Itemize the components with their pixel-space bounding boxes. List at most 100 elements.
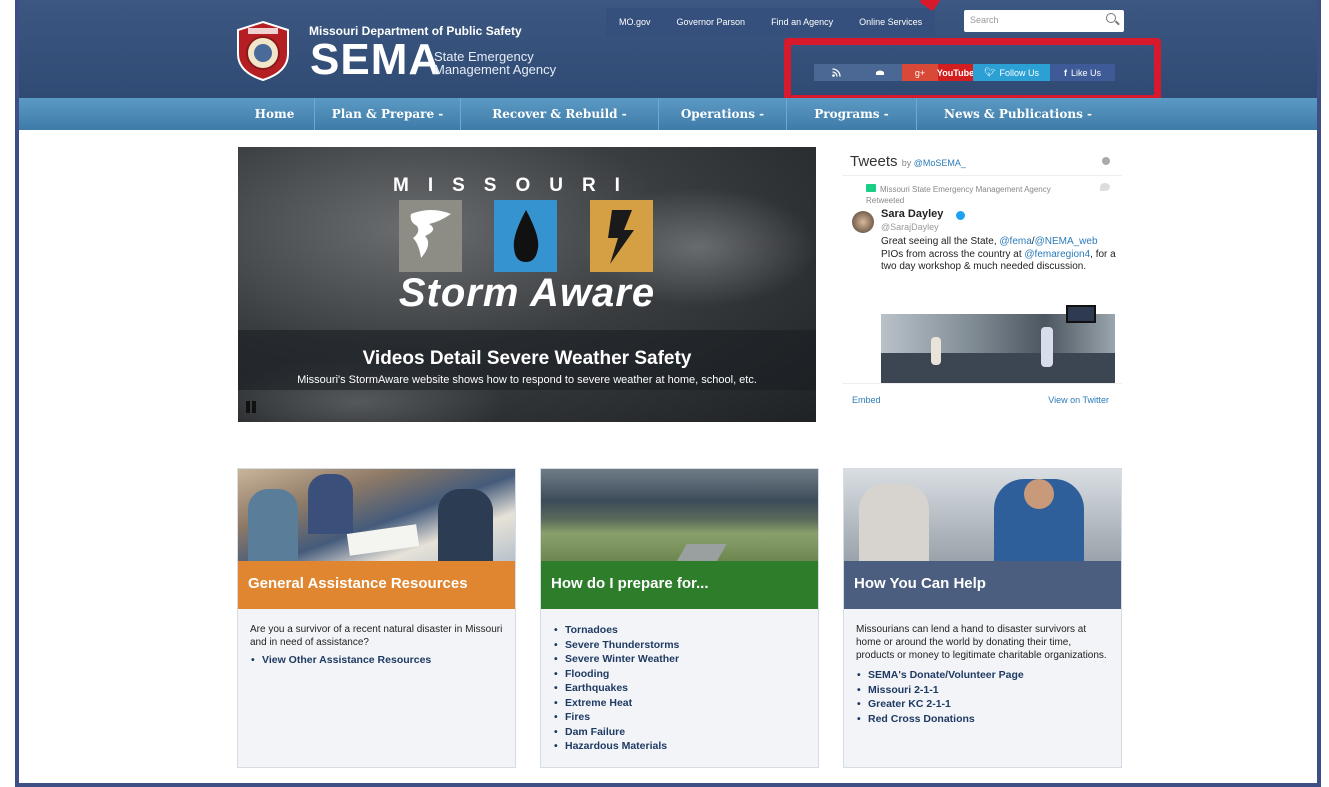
photo-face — [1024, 479, 1054, 509]
google-plus-button[interactable]: g+ — [902, 64, 938, 81]
hero-title[interactable]: Videos Detail Severe Weather Safety — [238, 348, 816, 370]
photo-person — [859, 484, 929, 561]
list-item[interactable]: Dam Failure — [553, 725, 808, 740]
list-item[interactable]: Extreme Heat — [553, 696, 808, 711]
hero-slide[interactable]: MISSOURI Storm Aware Videos Detail Sever… — [238, 147, 816, 422]
nav-news-publications[interactable]: News & Publications - — [917, 98, 1119, 130]
card-text: Are you a survivor of a recent natural d… — [250, 624, 503, 648]
tweets-heading: Tweets by @MoSEMA_ — [850, 153, 966, 170]
divider — [842, 383, 1122, 384]
card-text: Missourians can lend a hand to disaster … — [856, 624, 1107, 661]
card-image[interactable] — [238, 469, 515, 561]
list-item[interactable]: Missouri 2-1-1 — [856, 683, 1111, 698]
social-bar: g+ YouTube 🐦︎ Follow Us f Like Us — [814, 64, 1115, 81]
link-find-an-agency[interactable]: Find an Agency — [758, 8, 846, 36]
avatar[interactable] — [852, 211, 874, 233]
tweets-by-handle[interactable]: @MoSEMA_ — [914, 158, 966, 168]
nav-plan-prepare[interactable]: Plan & Prepare - — [315, 98, 461, 130]
card-link-list: SEMA's Donate/Volunteer Page Missouri 2-… — [856, 668, 1111, 726]
card-image[interactable] — [844, 469, 1121, 561]
list-item[interactable]: Red Cross Donations — [856, 712, 1111, 727]
list-item[interactable]: Earthquakes — [553, 681, 808, 696]
card-header[interactable]: How do I prepare for... — [541, 561, 818, 609]
sema-subtitle: State Emergency Management Agency — [434, 50, 556, 76]
link-governor-parson[interactable]: Governor Parson — [664, 8, 759, 36]
card-how-you-can-help: How You Can Help Missourians can lend a … — [843, 468, 1122, 768]
embed-link[interactable]: Embed — [852, 395, 881, 405]
list-item[interactable]: SEMA's Donate/Volunteer Page — [856, 668, 1111, 683]
top-links: MO.gov Governor Parson Find an Agency On… — [606, 8, 936, 36]
photo-person — [1041, 327, 1053, 367]
nav-recover-rebuild[interactable]: Recover & Rebuild - — [461, 98, 659, 130]
mention-femaregion4[interactable]: @femaregion4 — [1024, 249, 1090, 260]
list-item[interactable]: Tornadoes — [553, 623, 808, 638]
card-how-do-i-prepare: How do I prepare for... Tornadoes Severe… — [540, 468, 819, 768]
facebook-like-label: Like Us — [1070, 67, 1101, 78]
link-online-services[interactable]: Online Services — [846, 8, 935, 36]
tweet-text: Great seeing all the State, @fema/@NEMA_… — [881, 236, 1116, 274]
facebook-icon: f — [1063, 67, 1067, 78]
retweet-note-text: Missouri State Emergency Management Agen… — [866, 185, 1051, 205]
tweet-text-part: PIOs from across the country at — [881, 248, 1025, 260]
twitter-follow-button[interactable]: 🐦︎ Follow Us — [973, 64, 1050, 81]
photo-screen — [1066, 305, 1096, 323]
list-item[interactable]: Greater KC 2-1-1 — [856, 697, 1111, 712]
list-item[interactable]: Hazardous Materials — [553, 739, 808, 754]
card-header[interactable]: How You Can Help — [844, 561, 1121, 609]
main-nav: Home Plan & Prepare - Recover & Rebuild … — [19, 98, 1317, 130]
view-on-twitter-link[interactable]: View on Twitter — [1048, 395, 1109, 405]
sema-subtitle-line-2: Management Agency — [434, 62, 557, 77]
link-mo-gov[interactable]: MO.gov — [606, 8, 664, 36]
hero-subtitle: Missouri's StormAware website shows how … — [297, 374, 757, 386]
rss-icon[interactable] — [814, 64, 858, 81]
card-link-list: Tornadoes Severe Thunderstorms Severe Wi… — [553, 623, 808, 754]
facebook-like-button[interactable]: f Like Us — [1050, 64, 1115, 81]
list-item[interactable]: Severe Winter Weather — [553, 652, 808, 667]
photo-desk — [881, 353, 1115, 383]
photo-road — [675, 544, 727, 561]
mention-nema[interactable]: @NEMA_web — [1035, 236, 1098, 247]
photo-person — [308, 474, 353, 534]
twitter-timeline: Tweets by @MoSEMA_ Missouri State Emerge… — [842, 147, 1122, 417]
tweet-author-handle[interactable]: @SarajDayley — [881, 222, 939, 232]
photo-paper — [346, 524, 420, 556]
twitter-follow-label: Follow Us — [999, 67, 1039, 78]
retweet-note: Missouri State Emergency Management Agen… — [866, 184, 1081, 206]
twitter-bird-icon[interactable] — [1100, 183, 1110, 191]
info-icon[interactable] — [1102, 157, 1110, 165]
card-body: Tornadoes Severe Thunderstorms Severe Wi… — [553, 623, 808, 754]
missouri-seal-logo[interactable] — [234, 20, 292, 82]
tweet-photo[interactable] — [881, 297, 1115, 383]
list-item[interactable]: Flooding — [553, 667, 808, 682]
tweets-by: by @MoSEMA_ — [902, 158, 966, 168]
divider — [842, 175, 1122, 176]
twitter-icon: 🐦︎ — [984, 67, 996, 77]
nav-programs[interactable]: Programs - — [787, 98, 917, 130]
card-header[interactable]: General Assistance Resources — [238, 561, 515, 609]
search-icon[interactable] — [1106, 13, 1116, 23]
card-link-list: View Other Assistance Resources — [250, 653, 505, 668]
mention-fema[interactable]: @fema — [999, 236, 1031, 247]
card-title: How You Can Help — [854, 575, 986, 592]
youtube-button[interactable]: YouTube — [937, 64, 974, 81]
nav-operations[interactable]: Operations - — [659, 98, 787, 130]
pause-icon[interactable] — [246, 401, 258, 413]
nav-home[interactable]: Home — [235, 98, 315, 130]
sema-wordmark[interactable]: SEMA — [310, 38, 441, 82]
email-icon[interactable] — [858, 64, 902, 81]
storm-aware-brand: Storm Aware — [398, 271, 656, 315]
lightning-icon — [590, 200, 653, 272]
photo-person — [931, 337, 941, 365]
tweets-title: Tweets — [850, 153, 898, 170]
page-frame: Missouri Department of Public Safety SEM… — [15, 0, 1321, 787]
list-item[interactable]: Severe Thunderstorms — [553, 638, 808, 653]
search-box[interactable]: Search — [964, 10, 1124, 32]
card-title: How do I prepare for... — [551, 575, 709, 592]
card-body: Are you a survivor of a recent natural d… — [250, 623, 505, 668]
search-input[interactable]: Search — [970, 15, 999, 25]
card-image[interactable] — [541, 469, 818, 561]
list-item[interactable]: View Other Assistance Resources — [250, 653, 505, 668]
list-item[interactable]: Fires — [553, 710, 808, 725]
tornado-icon — [399, 200, 462, 272]
tweet-author-name[interactable]: Sara Dayley — [881, 208, 943, 220]
